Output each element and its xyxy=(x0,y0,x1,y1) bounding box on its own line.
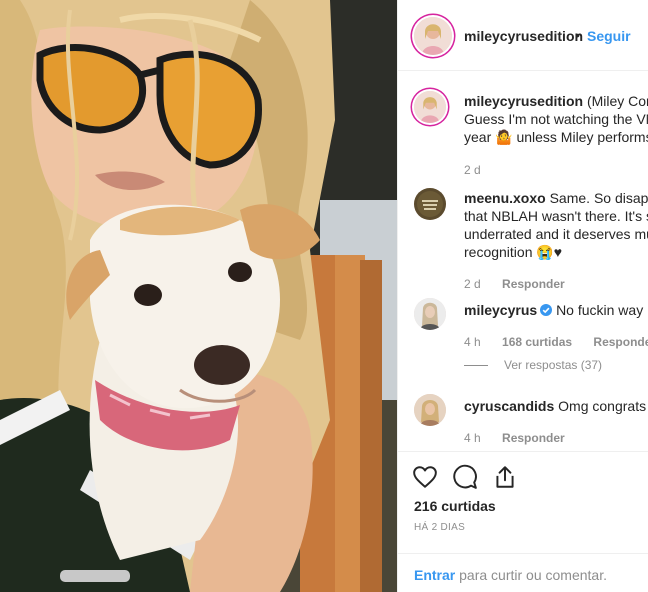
comment-meta: 4 h Responder xyxy=(464,431,583,445)
caption-username[interactable]: mileycyrusedition xyxy=(464,93,583,109)
comment-avatar[interactable] xyxy=(414,298,446,330)
caption-avatar[interactable] xyxy=(414,91,446,123)
caption-line: year 🤷 unless Miley performs xyxy=(464,129,648,145)
login-prompt-text: para curtir ou comentar. xyxy=(459,567,607,583)
post-header: mileycyrusedition • Seguir xyxy=(398,0,648,71)
reply-button[interactable]: Responder xyxy=(502,431,565,445)
comment-text: meenu.xoxo Same. So disappo that NBLAH w… xyxy=(464,189,648,261)
comment-time[interactable]: 2 d xyxy=(464,277,481,291)
comment-time[interactable]: 4 h xyxy=(464,431,481,445)
profile-avatar[interactable] xyxy=(414,17,452,55)
comment-username[interactable]: cyruscandids xyxy=(464,398,554,414)
comment-avatar-image xyxy=(414,188,446,220)
comment-time[interactable]: 4 h xyxy=(464,335,481,349)
post-sidebar: mileycyrusedition • Seguir mileycyrusedi… xyxy=(397,0,648,592)
replies-divider xyxy=(464,365,488,367)
likes-count[interactable]: 216 curtidas xyxy=(414,498,496,514)
comment-text: cyruscandids Omg congrats xyxy=(464,397,648,415)
comment-text: mileycyrus No fuckin way xyxy=(464,301,648,319)
view-replies-button[interactable]: Ver respostas (37) xyxy=(464,358,602,372)
comment-avatar-image xyxy=(414,394,446,426)
post-photo-illustration xyxy=(0,0,397,592)
comment-line: underrated and it deserves mu xyxy=(464,226,648,242)
comment-icon[interactable] xyxy=(452,464,478,490)
caption-meta: 2 d xyxy=(464,163,499,177)
comment-line: Same. So disappo xyxy=(549,190,648,206)
comment-avatar[interactable] xyxy=(414,394,446,426)
profile-avatar-image xyxy=(414,17,452,55)
comment-username[interactable]: mileycyrus xyxy=(464,302,537,318)
comment-line: that NBLAH wasn't there. It's s xyxy=(464,208,648,224)
login-bar: Entrar para curtir ou comentar. xyxy=(398,553,648,592)
comment-meta: 4 h 168 curtidas Responder xyxy=(464,335,648,349)
comment-line: Omg congrats xyxy=(558,398,647,414)
comment-line: recognition 😭♥ xyxy=(464,244,563,260)
comment-avatar[interactable] xyxy=(414,188,446,220)
share-icon[interactable] xyxy=(492,464,518,490)
caption-line: Guess I'm not watching the VM xyxy=(464,111,648,127)
login-prompt: Entrar para curtir ou comentar. xyxy=(414,567,607,583)
view-replies-label: Ver respostas (37) xyxy=(504,358,603,372)
profile-username[interactable]: mileycyrusedition xyxy=(464,28,583,44)
caption-text: mileycyrusedition (Miley Com Guess I'm n… xyxy=(464,92,648,146)
comment-username[interactable]: meenu.xoxo xyxy=(464,190,546,206)
comment-line: No fuckin way xyxy=(556,302,644,318)
comment-likes[interactable]: 168 curtidas xyxy=(502,335,572,349)
caption-line: (Miley Com xyxy=(586,93,648,109)
post-actions: 216 curtidas HÁ 2 DIAS xyxy=(398,451,648,543)
login-link[interactable]: Entrar xyxy=(414,567,455,583)
verified-badge-icon xyxy=(540,304,553,316)
reply-button[interactable]: Responder xyxy=(593,335,648,349)
caption-time[interactable]: 2 d xyxy=(464,163,481,177)
comments-list: mileycyrusedition (Miley Com Guess I'm n… xyxy=(398,71,648,451)
reply-button[interactable]: Responder xyxy=(502,277,565,291)
post-date[interactable]: HÁ 2 DIAS xyxy=(414,522,465,533)
caption-avatar-image xyxy=(414,91,446,123)
follow-button[interactable]: Seguir xyxy=(587,28,631,44)
header-separator: • xyxy=(575,27,580,43)
comment-avatar-image xyxy=(414,298,446,330)
post-photo xyxy=(0,0,397,592)
heart-icon[interactable] xyxy=(412,464,438,490)
comment-meta: 2 d Responder xyxy=(464,277,583,291)
